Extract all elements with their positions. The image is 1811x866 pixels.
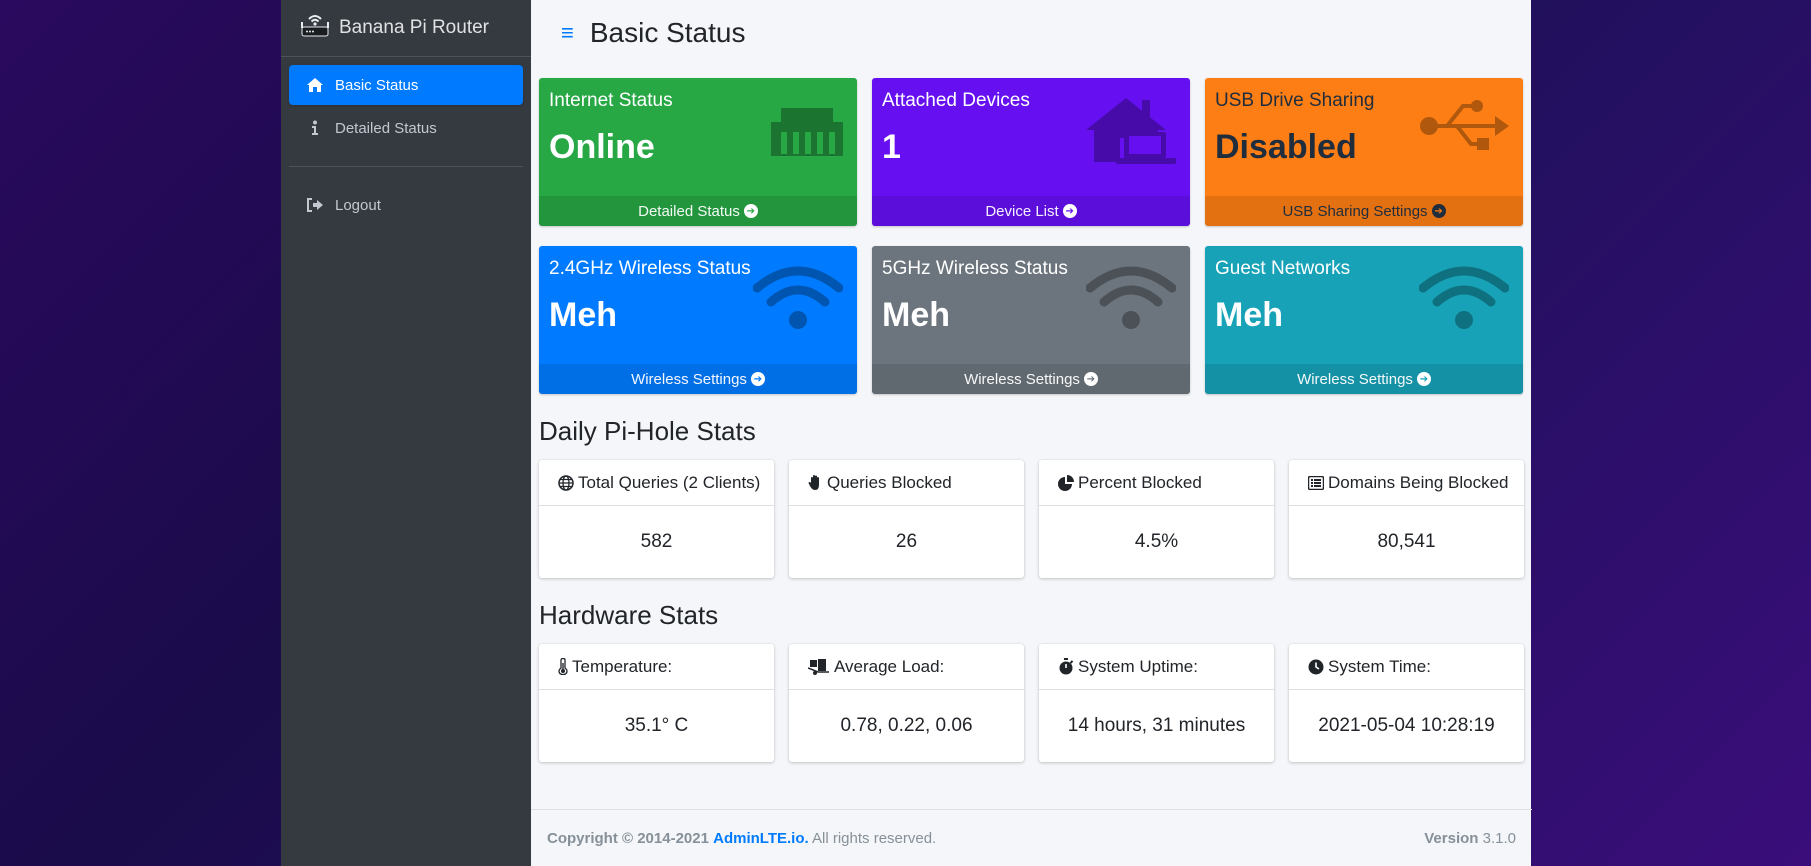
brand-name: Banana Pi Router (339, 17, 489, 38)
arrow-circle-right-icon: ➔ (743, 204, 758, 218)
device-list-link[interactable]: Device List ➔ (872, 196, 1190, 226)
clock-icon (1308, 659, 1324, 675)
hardware-cards: Temperature: 35.1° C Average Load: 0.78,… (539, 644, 1524, 762)
arrow-circle-right-icon: ➔ (1062, 204, 1077, 218)
truck-loading-icon (808, 658, 830, 675)
box-link-label: USB Sharing Settings (1282, 202, 1428, 220)
arrow-circle-right-icon: ➔ (750, 372, 765, 386)
thermometer-icon (558, 658, 568, 675)
wifi-icon (1418, 266, 1510, 335)
content: Internet Status Online Detailed Status ➔… (531, 66, 1532, 762)
main-content: ≡ Basic Status Internet Status Online De… (531, 0, 1532, 866)
box-link-label: Wireless Settings (631, 370, 747, 388)
box-link-label: Wireless Settings (1297, 370, 1413, 388)
card-value: 26 (895, 531, 918, 552)
box-link-label: Device List (985, 202, 1059, 220)
internet-status-box: Internet Status Online Detailed Status ➔ (539, 78, 857, 226)
card-value: 35.1° C (624, 715, 689, 736)
adminlte-link[interactable]: AdminLTE.io. (713, 830, 809, 847)
card-label: Percent Blocked (1078, 472, 1202, 492)
card-label: System Uptime: (1078, 656, 1198, 676)
card-label: Total Queries (2 Clients) (578, 472, 761, 492)
arrow-circle-right-icon: ➔ (1431, 204, 1446, 218)
arrow-circle-right-icon: ➔ (1416, 372, 1431, 386)
sidebar-item-label: Logout (335, 196, 381, 214)
wifi-icon (1085, 266, 1177, 335)
wireless-settings-link[interactable]: Wireless Settings ➔ (1205, 364, 1523, 394)
hamburger-icon[interactable]: ≡ (561, 20, 574, 46)
wireless-settings-link[interactable]: Wireless Settings ➔ (872, 364, 1190, 394)
home-laptop-icon (1086, 98, 1176, 173)
sidebar-item-label: Basic Status (335, 76, 419, 94)
content-header: ≡ Basic Status (531, 0, 1532, 66)
sidebar-item-detailed-status[interactable]: Detailed Status (289, 108, 523, 148)
page-title: Basic Status (589, 17, 746, 48)
card-label: Queries Blocked (827, 472, 952, 492)
usb-sharing-settings-link[interactable]: USB Sharing Settings ➔ (1205, 196, 1523, 226)
pihole-cards: Total Queries (2 Clients) 582 Queries Bl… (539, 460, 1524, 578)
usb-icon (1419, 98, 1509, 159)
card-value: 2021-05-04 10:28:19 (1318, 715, 1495, 736)
average-load-card: Average Load: 0.78, 0.22, 0.06 (789, 644, 1024, 762)
rights-text: All rights reserved. (812, 829, 937, 847)
brand[interactable]: Banana Pi Router (281, 0, 531, 57)
box-link-label: Detailed Status (638, 202, 740, 220)
domains-blocked-card: Domains Being Blocked 80,541 (1289, 460, 1524, 578)
hand-icon (808, 474, 823, 491)
system-time-card: System Time: 2021-05-04 10:28:19 (1289, 644, 1524, 762)
stopwatch-icon (1058, 658, 1074, 675)
page-footer: Copyright © 2014-2021 AdminLTE.io. All r… (531, 809, 1532, 866)
card-value: 582 (640, 531, 673, 552)
router-icon (299, 10, 339, 46)
status-boxes: Internet Status Online Detailed Status ➔… (539, 78, 1524, 394)
sign-out-icon (305, 197, 325, 213)
pie-chart-icon (1058, 474, 1074, 491)
pihole-section-title: Daily Pi-Hole Stats (539, 416, 756, 446)
sidebar: Banana Pi Router Basic Status Detailed S… (281, 0, 531, 866)
hardware-section-title: Hardware Stats (539, 600, 719, 630)
guest-networks-box: Guest Networks Meh Wireless Settings ➔ (1205, 246, 1523, 394)
attached-devices-box: Attached Devices 1 Device List ➔ (872, 78, 1190, 226)
list-icon (1308, 475, 1324, 490)
box-link-label: Wireless Settings (964, 370, 1080, 388)
version-label: Version (1424, 829, 1479, 847)
version-number: 3.1.0 (1482, 829, 1516, 847)
card-label: Temperature: (572, 656, 673, 676)
card-label: Domains Being Blocked (1328, 472, 1509, 492)
wifi-icon (752, 266, 844, 335)
total-queries-card: Total Queries (2 Clients) 582 (539, 460, 774, 578)
queries-blocked-card: Queries Blocked 26 (789, 460, 1024, 578)
card-value: 4.5% (1134, 531, 1179, 552)
system-uptime-card: System Uptime: 14 hours, 31 minutes (1039, 644, 1274, 762)
sidebar-nav: Basic Status Detailed Status Logout (281, 57, 531, 225)
ethernet-icon (771, 98, 843, 161)
copyright-text: Copyright © 2014-2021 (547, 829, 709, 847)
sidebar-divider (289, 166, 523, 167)
arrow-circle-right-icon: ➔ (1083, 372, 1098, 386)
card-label: System Time: (1328, 656, 1431, 676)
home-icon (305, 77, 325, 93)
version-info: Version 3.1.0 (1424, 830, 1516, 847)
sidebar-item-logout[interactable]: Logout (289, 185, 523, 225)
info-icon (305, 120, 325, 136)
card-value: 14 hours, 31 minutes (1067, 715, 1246, 736)
card-value: 80,541 (1377, 531, 1436, 552)
detailed-status-link[interactable]: Detailed Status ➔ (539, 196, 857, 226)
card-value: 0.78, 0.22, 0.06 (840, 715, 973, 736)
usb-drive-sharing-box: USB Drive Sharing Disabled USB Sharing S… (1205, 78, 1523, 226)
percent-blocked-card: Percent Blocked 4.5% (1039, 460, 1274, 578)
app-window: Banana Pi Router Basic Status Detailed S… (281, 0, 1532, 866)
wireless-settings-link[interactable]: Wireless Settings ➔ (539, 364, 857, 394)
sidebar-item-basic-status[interactable]: Basic Status (289, 65, 523, 105)
globe-icon (558, 474, 574, 491)
copyright: Copyright © 2014-2021 AdminLTE.io. All r… (547, 830, 936, 847)
wireless-24ghz-box: 2.4GHz Wireless Status Meh Wireless Sett… (539, 246, 857, 394)
sidebar-item-label: Detailed Status (335, 119, 437, 137)
temperature-card: Temperature: 35.1° C (539, 644, 774, 762)
wireless-5ghz-box: 5GHz Wireless Status Meh Wireless Settin… (872, 246, 1190, 394)
card-label: Average Load: (834, 656, 945, 676)
